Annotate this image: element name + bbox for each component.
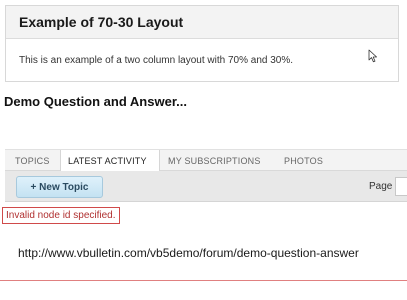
topic-toolbar: + New Topic Page — [5, 171, 407, 202]
tab-topics[interactable]: TOPICS — [15, 150, 50, 171]
page-number-input[interactable] — [395, 177, 407, 196]
error-message-text: Invalid node id specified. — [6, 210, 116, 221]
new-topic-button[interactable]: + New Topic — [16, 176, 103, 198]
tab-my-subscriptions-label: MY SUBSCRIPTIONS — [168, 155, 261, 166]
example-panel: Example of 70-30 Layout This is an examp… — [5, 5, 399, 82]
divider — [0, 280, 407, 281]
example-panel-title: Example of 70-30 Layout — [19, 14, 184, 30]
tab-latest-activity-label: LATEST ACTIVITY — [68, 156, 147, 166]
tab-photos-label: PHOTOS — [284, 155, 324, 166]
new-topic-button-label: + New Topic — [30, 181, 89, 193]
tab-latest-activity[interactable]: LATEST ACTIVITY — [60, 150, 160, 172]
example-panel-header: Example of 70-30 Layout — [6, 6, 398, 39]
example-panel-description: This is an example of a two column layou… — [19, 54, 294, 66]
mouse-pointer-icon — [368, 49, 377, 63]
channel-tabs: TOPICS LATEST ACTIVITY MY SUBSCRIPTIONS … — [5, 149, 407, 172]
page-label: Page — [369, 181, 393, 192]
example-panel-body: This is an example of a two column layou… — [6, 39, 398, 81]
demo-section-title: Demo Question and Answer... — [4, 94, 187, 109]
tab-topics-label: TOPICS — [15, 155, 50, 166]
tab-photos[interactable]: PHOTOS — [284, 150, 323, 171]
error-message: Invalid node id specified. — [2, 207, 120, 224]
forum-url-text: http://www.vbulletin.com/vb5demo/forum/d… — [18, 246, 359, 260]
tab-my-subscriptions[interactable]: MY SUBSCRIPTIONS — [168, 150, 261, 171]
